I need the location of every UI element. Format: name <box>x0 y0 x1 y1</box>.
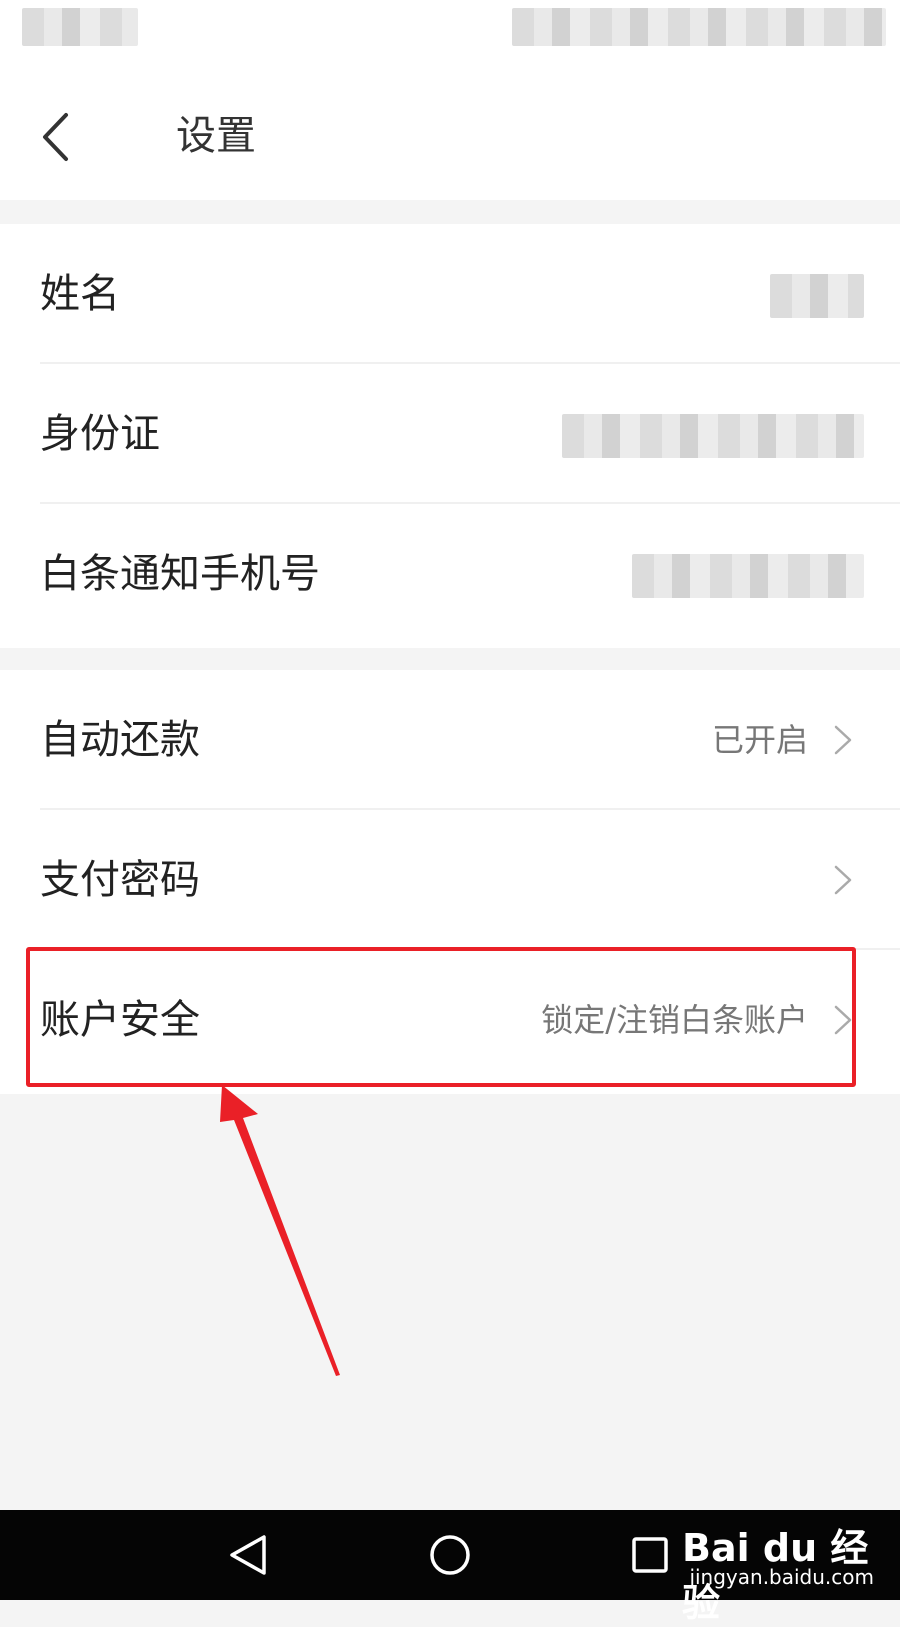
chevron-right-icon <box>834 1005 852 1035</box>
auto-repay-status: 已开启 <box>711 721 808 759</box>
nav-recents-button[interactable] <box>620 1525 680 1585</box>
status-time-blurred <box>22 8 138 46</box>
id-card-label: 身份证 <box>40 411 160 457</box>
account-security-row[interactable]: 账户安全 锁定/注销白条账户 <box>0 950 900 1090</box>
id-card-row: 身份证 <box>0 364 900 504</box>
name-value-blurred <box>770 274 864 318</box>
payment-password-row[interactable]: 支付密码 <box>0 810 900 950</box>
phone-label: 白条通知手机号 <box>40 551 320 597</box>
personal-info-section: 姓名 身份证 白条通知手机号 <box>0 224 900 648</box>
settings-section: 自动还款 已开启 支付密码 账户安全 锁定/注销白条账户 <box>0 670 900 1094</box>
phone-value-blurred <box>632 554 864 598</box>
page-title: 设置 <box>176 113 256 159</box>
name-label: 姓名 <box>40 271 120 317</box>
auto-repay-label: 自动还款 <box>40 717 200 763</box>
annotation-arrow-icon <box>220 1085 340 1376</box>
name-row: 姓名 <box>0 224 900 364</box>
circle-home-icon <box>430 1535 470 1575</box>
triangle-back-icon <box>230 1535 266 1575</box>
id-card-value-blurred <box>562 414 864 458</box>
baidu-jingyan-watermark: Bai du 经验 jingyan.baidu.com <box>682 1505 882 1625</box>
nav-back-button[interactable] <box>218 1525 278 1585</box>
app-header: 设置 <box>0 72 900 200</box>
chevron-right-icon <box>834 865 852 895</box>
status-icons-blurred <box>512 8 886 46</box>
payment-password-label: 支付密码 <box>40 857 200 903</box>
account-security-hint: 锁定/注销白条账户 <box>541 1001 808 1039</box>
status-bar <box>0 0 900 72</box>
watermark-url: jingyan.baidu.com <box>689 1565 874 1589</box>
back-button[interactable] <box>30 102 80 172</box>
account-security-label: 账户安全 <box>40 997 200 1043</box>
phone-row: 白条通知手机号 <box>0 504 900 644</box>
square-recents-icon <box>632 1537 668 1573</box>
chevron-right-icon <box>834 725 852 755</box>
auto-repay-row[interactable]: 自动还款 已开启 <box>0 670 900 810</box>
chevron-left-icon <box>43 113 68 161</box>
nav-home-button[interactable] <box>420 1525 480 1585</box>
